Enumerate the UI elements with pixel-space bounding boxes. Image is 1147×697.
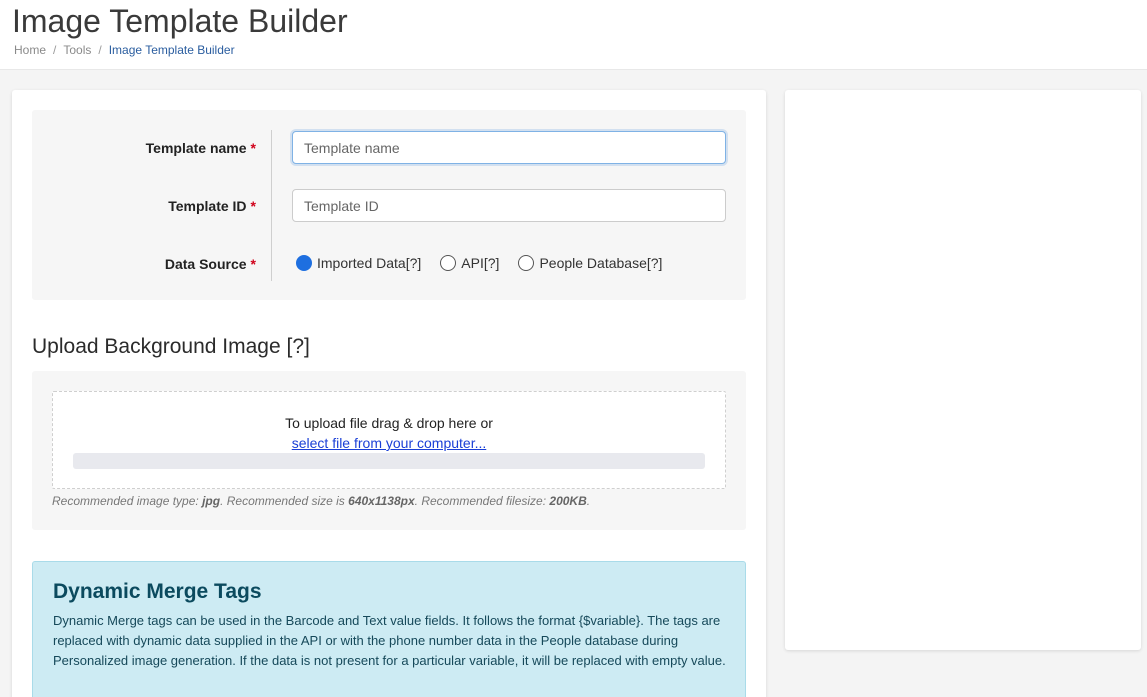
select-file-link[interactable]: select file from your computer... [292, 435, 487, 451]
breadcrumb-current: Image Template Builder [108, 43, 235, 57]
preview-card [785, 90, 1141, 650]
hint-text: . Recommended size is [220, 494, 349, 508]
breadcrumb-separator: / [98, 43, 102, 57]
help-link[interactable]: [?] [484, 255, 500, 271]
main-card: Template name* Template ID* Data Source*… [12, 90, 766, 697]
merge-tags-title: Dynamic Merge Tags [53, 580, 262, 603]
template-name-input[interactable] [292, 131, 726, 164]
template-name-label-text: Template name [145, 140, 247, 156]
radio-imported-data[interactable]: Imported Data [?] [296, 255, 421, 271]
breadcrumb-home[interactable]: Home [14, 42, 46, 58]
radio-unchecked-icon [440, 255, 457, 271]
upload-section-title: Upload Background Image [?] [32, 335, 310, 358]
upload-dropzone[interactable]: To upload file drag & drop here or selec… [52, 391, 726, 489]
required-mark: * [250, 198, 256, 214]
template-form-panel: Template name* Template ID* Data Source*… [32, 110, 746, 300]
merge-tags-info-panel: Dynamic Merge Tags Dynamic Merge tags ca… [32, 561, 746, 697]
radio-api[interactable]: API [?] [440, 255, 499, 271]
page-title: Image Template Builder [12, 3, 348, 39]
radio-unchecked-icon [518, 255, 535, 271]
radio-people-database-label: People Database [539, 255, 647, 271]
template-id-label: Template ID * [168, 197, 256, 215]
hint-filesize: 200KB [549, 494, 587, 508]
breadcrumb: Home / Tools / Image Template Builder [14, 42, 235, 58]
hint-text: . [586, 494, 591, 508]
required-mark: * [250, 140, 256, 156]
upload-panel: To upload file drag & drop here or selec… [32, 371, 746, 530]
dropzone-link-wrap: select file from your computer... [53, 434, 725, 452]
radio-imported-data-label: Imported Data [317, 255, 406, 271]
template-id-label-text: Template ID [168, 198, 247, 214]
hint-text: . Recommended filesize: [414, 494, 550, 508]
help-link[interactable]: [?] [406, 255, 422, 271]
hint-image-type: jpg [202, 494, 221, 508]
hint-image-size: 640x1138px [348, 494, 415, 508]
radio-api-label: API [461, 255, 484, 271]
data-source-radio-group: Imported Data [?] API [?] People Database[… [296, 253, 681, 273]
hint-text: Recommended image type: [52, 494, 203, 508]
required-mark: * [250, 256, 256, 272]
merge-tags-description: Dynamic Merge tags can be used in the Ba… [53, 613, 726, 668]
data-source-label-text: Data Source [164, 256, 247, 272]
dropzone-text: To upload file drag & drop here or [285, 415, 493, 431]
upload-progress-bar [73, 453, 705, 469]
template-id-input[interactable] [292, 189, 726, 222]
page-header: Image Template Builder Home / Tools / Im… [0, 0, 1147, 70]
upload-hint: Recommended image type: jpg. Recommended… [52, 493, 590, 509]
breadcrumb-tools[interactable]: Tools [63, 42, 91, 58]
template-name-label: Template name * [146, 139, 256, 157]
radio-people-database[interactable]: People Database [?] [518, 255, 662, 271]
form-divider [271, 130, 272, 281]
radio-checked-icon [296, 255, 312, 271]
breadcrumb-separator: / [53, 43, 57, 57]
help-link[interactable]: [?] [647, 255, 663, 271]
data-source-label: Data Source * [165, 255, 256, 273]
